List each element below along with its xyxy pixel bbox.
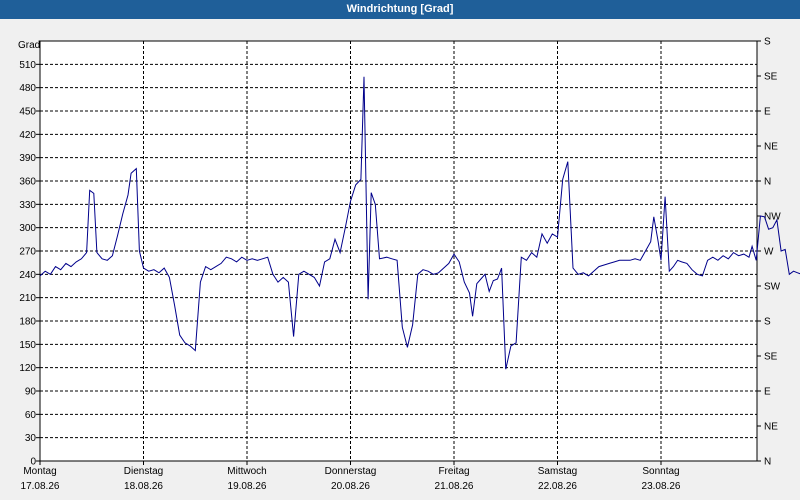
x-tick-day: Sonntag <box>642 466 679 477</box>
y-tick-label: 420 <box>19 130 36 141</box>
y2-tick-label: N <box>764 177 771 188</box>
x-tick-date: 22.08.26 <box>538 481 577 492</box>
y2-tick-label: E <box>764 387 771 398</box>
y2-tick-label: E <box>764 107 771 118</box>
y-tick-label: 300 <box>19 223 36 234</box>
x-tick-day: Freitag <box>438 466 469 477</box>
y2-tick-label: W <box>764 247 774 258</box>
y-tick-label: 450 <box>19 107 36 118</box>
y2-tick-label: SE <box>764 72 778 83</box>
y-tick-label: 120 <box>19 363 36 374</box>
chart-title: Windrichtung [Grad] <box>0 0 800 19</box>
y-axis-title: Grad <box>18 40 40 51</box>
x-tick-date: 20.08.26 <box>331 481 370 492</box>
y-tick-label: 180 <box>19 317 36 328</box>
y2-tick-label: SW <box>764 282 781 293</box>
x-axis: Montag 17.08.26 Dienstag 18.08.26 Mittwoch 19… <box>21 461 681 492</box>
y-tick-label: 150 <box>19 340 36 351</box>
y-tick-label: 240 <box>19 270 36 281</box>
x-tick-date: 19.08.26 <box>228 481 267 492</box>
y2-tick-label: S <box>764 317 771 328</box>
wind-direction-chart: Grad 03060901201501802102402703003303603… <box>18 37 800 492</box>
y2-tick-label: NE <box>764 422 778 433</box>
x-tick-date: 18.08.26 <box>124 481 163 492</box>
y2-tick-label: S <box>764 37 771 48</box>
y2-tick-label: N <box>764 457 771 468</box>
y2-tick-label: NW <box>764 212 781 223</box>
y-tick-label: 510 <box>19 60 36 71</box>
x-tick-day: Donnerstag <box>325 466 377 477</box>
y2-tick-label: SE <box>764 352 778 363</box>
x-tick-date: 21.08.26 <box>435 481 474 492</box>
y-tick-label: 210 <box>19 293 36 304</box>
y-tick-label: 330 <box>19 200 36 211</box>
y-axis-right: N NE E SE S SW W NW N NE E SE S <box>757 37 781 468</box>
y-axis-left: 0306090120150180210240270300330360390420… <box>19 60 40 468</box>
y-tick-label: 390 <box>19 153 36 164</box>
x-tick-date: 23.08.26 <box>642 481 681 492</box>
y-tick-label: 480 <box>19 83 36 94</box>
x-tick-day: Mittwoch <box>227 466 266 477</box>
y2-tick-label: NE <box>764 142 778 153</box>
x-tick-day: Dienstag <box>124 466 163 477</box>
y-tick-label: 360 <box>19 177 36 188</box>
y-tick-label: 270 <box>19 247 36 258</box>
y-tick-label: 90 <box>25 387 37 398</box>
x-tick-date: 17.08.26 <box>21 481 60 492</box>
x-tick-day: Montag <box>23 466 56 477</box>
x-tick-day: Samstag <box>538 466 577 477</box>
y-tick-label: 30 <box>25 433 37 444</box>
y-tick-label: 60 <box>25 410 37 421</box>
